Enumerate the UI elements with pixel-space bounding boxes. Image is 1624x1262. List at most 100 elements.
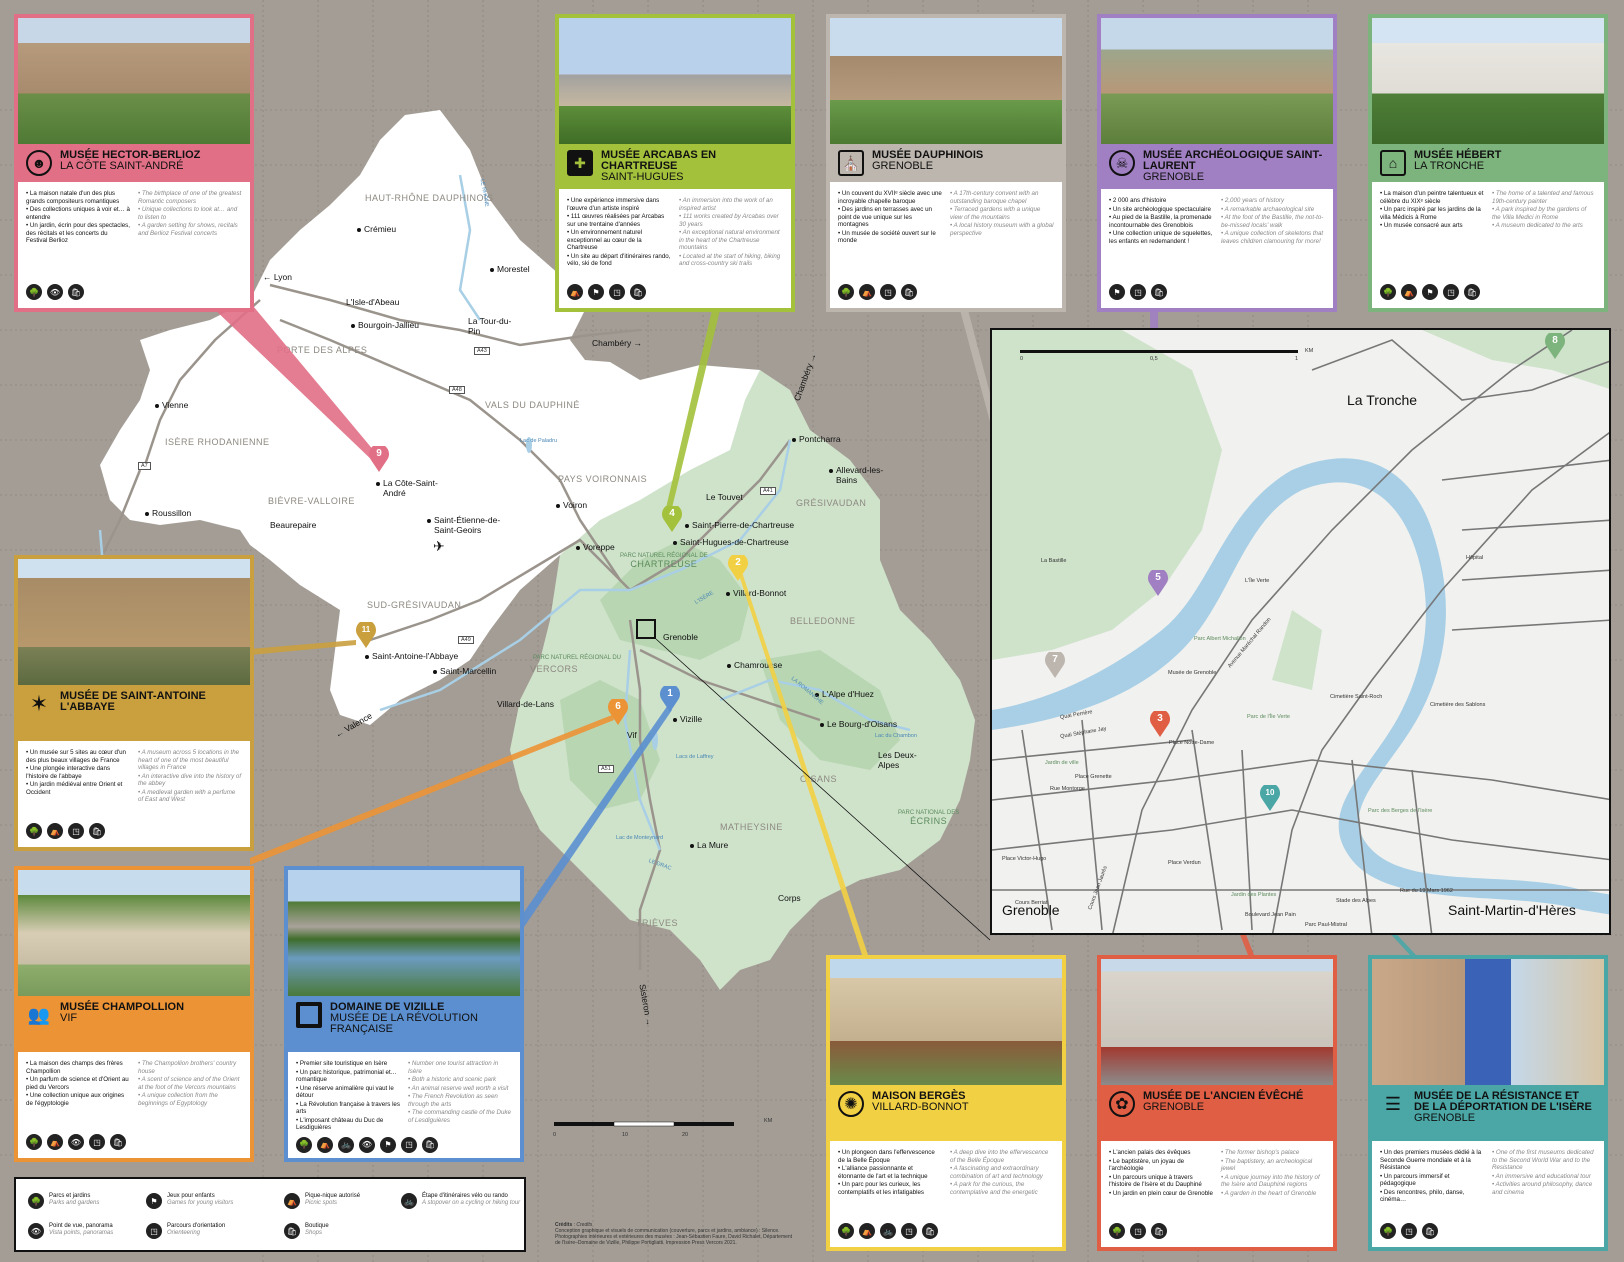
card-bullet: Un musée consacré aux arts bbox=[1380, 222, 1484, 230]
region-porte-des-alpes: PORTE DES ALPES bbox=[277, 345, 368, 355]
inset-scale-unit: KM bbox=[1305, 348, 1314, 354]
picnic-icon: ⛺ bbox=[47, 823, 63, 839]
bust-icon: ☻ bbox=[26, 150, 52, 176]
pin-4[interactable]: 4 bbox=[662, 504, 682, 532]
card-bullet: One of the first museums dedicated to th… bbox=[1492, 1149, 1596, 1172]
card-arcabas-head: ✚ Musée Arcabas en Chartreuse Saint-Hugue… bbox=[559, 144, 791, 189]
card-bullet: A unique journey into the history of the… bbox=[1221, 1174, 1325, 1189]
card-arcabas-title: Musée Arcabas en Chartreuse bbox=[601, 149, 717, 172]
inset-place-grenette: Place Grenette bbox=[1075, 774, 1112, 780]
card-saint-laurent-head: ☠ Musée Archéologique Saint-Laurent Greno… bbox=[1101, 144, 1333, 189]
road-a49: A49 bbox=[458, 636, 474, 644]
card-hebert-loc: La Tronche bbox=[1414, 160, 1485, 172]
region-bievre-valloire: BIÈVRE-VALLOIRE bbox=[268, 496, 355, 506]
grenoble-inset-marker[interactable] bbox=[636, 619, 656, 639]
legend: 🌳 Parcs et jardins Parks and gardens ⚑ Jeux… bbox=[14, 1177, 526, 1252]
card-vizille-loc: Musée de la Révolution française bbox=[330, 1012, 478, 1035]
region-belledonne: BELLEDONNE bbox=[790, 616, 856, 626]
card-arcabas-loc: Saint-Hugues bbox=[601, 171, 684, 183]
pin-1[interactable]: 1 bbox=[660, 684, 680, 712]
bike-icon: ⚑ bbox=[1109, 284, 1125, 300]
pin-8[interactable]: 8 bbox=[1545, 331, 1565, 359]
shop-icon: 🛍 bbox=[922, 1223, 938, 1239]
card-champollion[interactable]: 👥 Musée ChampollionVif La maison des cha… bbox=[14, 866, 254, 1162]
pin-7[interactable]: 7 bbox=[1045, 650, 1065, 678]
card-bullet: A fascinating and extraordinary combinat… bbox=[950, 1165, 1054, 1180]
shop-icon: 🛍 bbox=[68, 284, 84, 300]
flower-icon: ✿ bbox=[1109, 1091, 1135, 1117]
villa-icon: ⌂ bbox=[1380, 150, 1406, 176]
card-saint-laurent[interactable]: ☠ Musée Archéologique Saint-Laurent Greno… bbox=[1097, 14, 1337, 312]
card-bullet: A scent of science and of the Orient at … bbox=[138, 1076, 242, 1091]
card-vizille-icons: 🌳 ⛺ 🚲 👁 ⚑ ◳ 🛍 bbox=[288, 1136, 520, 1159]
grenoble-inset-map bbox=[990, 328, 1611, 935]
card-bullet: Au pied de la Bastille, la promenade inc… bbox=[1109, 214, 1213, 229]
card-resistance-body: Un des premiers musées dédié à la Second… bbox=[1372, 1141, 1604, 1223]
town-saint-marcellin: Saint-Marcellin bbox=[433, 666, 496, 676]
card-bullet: La maison natale d'un des plus grands co… bbox=[26, 190, 130, 205]
card-dauphinois[interactable]: ⛪ Musée DauphinoisGrenoble Un couvent du… bbox=[826, 14, 1066, 312]
inset-place-berges: Parc des Berges de l'Isère bbox=[1368, 808, 1433, 814]
card-bullet: An immersion into the work of an inspire… bbox=[679, 197, 783, 212]
card-vizille-head: Domaine de Vizille Musée de la Révolution… bbox=[288, 996, 520, 1052]
card-bullet: Un jardin médiéval entre Orient et Occid… bbox=[26, 781, 130, 796]
town-le-touvet: Le Touvet bbox=[706, 492, 743, 502]
inset-street-19-mars: Rue du 19 Mars 1962 bbox=[1400, 888, 1453, 894]
card-champollion-head: 👥 Musée Champollion Vif bbox=[18, 996, 250, 1052]
card-hebert[interactable]: ⌂ Musée HébertLa Tronche La maison d'un … bbox=[1368, 14, 1608, 312]
card-eveche[interactable]: ✿ Musée de l'Ancien ÉvêchéGrenoble L'anc… bbox=[1097, 955, 1337, 1251]
card-bullet: Une collection unique aux origines de l'… bbox=[26, 1092, 130, 1107]
card-berlioz[interactable]: ☻ Musée Hector-Berlioz La Côte Saint-Andr… bbox=[14, 14, 254, 312]
legend-item-shop: 🛍 Boutique Shops bbox=[284, 1223, 329, 1239]
pin-6[interactable]: 6 bbox=[608, 697, 628, 725]
card-bullet: Une réserve animalière qui vaut le détou… bbox=[296, 1085, 400, 1100]
bike-icon: 🚲 bbox=[880, 1223, 896, 1239]
card-resistance-title: Musée de la Résistance et de la Déportat… bbox=[1414, 1090, 1592, 1113]
card-resistance[interactable]: ☰ Musée de la Résistance et de la Déport… bbox=[1368, 955, 1608, 1251]
card-saint-antoine[interactable]: ✶ Musée de Saint-Antoine l'Abbaye Un mus… bbox=[14, 555, 254, 851]
card-arcabas[interactable]: ✚ Musée Arcabas en Chartreuse Saint-Hugue… bbox=[555, 14, 795, 312]
card-bullet: Terraced gardens with a unique view of t… bbox=[950, 206, 1054, 221]
pin-10[interactable]: 10 bbox=[1260, 783, 1280, 811]
card-berges[interactable]: ✺ Maison BergèsVillard-Bonnot Un plongeo… bbox=[826, 955, 1066, 1251]
card-bullet: Des jardins en terrasses avec un point d… bbox=[838, 206, 942, 229]
card-bullet: The commanding castle of the Duke of Les… bbox=[408, 1109, 512, 1124]
card-berlioz-head: ☻ Musée Hector-Berlioz La Côte Saint-Andr… bbox=[18, 144, 250, 182]
card-arcabas-icons: ⛺ ⚑ ◳ 🛍 bbox=[559, 284, 791, 308]
card-bullet: The birthplace of one of the greatest Ro… bbox=[138, 190, 242, 205]
card-bullet: Un plongeon dans l'effervescence de la B… bbox=[838, 1149, 942, 1164]
legend-item-parks: 🌳 Parcs et jardins Parks and gardens bbox=[28, 1193, 99, 1209]
town-la-tour-du-pin: La Tour-du-Pin bbox=[468, 316, 512, 336]
town-cremieu: Crémieu bbox=[357, 224, 396, 234]
tree-icon: 🌳 bbox=[1380, 284, 1396, 300]
pin-11[interactable]: 11 bbox=[356, 620, 376, 648]
play-icon: ⚑ bbox=[380, 1136, 396, 1153]
inset-scale-05: 0,5 bbox=[1150, 356, 1158, 362]
photo-resistance bbox=[1372, 959, 1604, 1085]
bike-icon: ⚑ bbox=[1422, 284, 1438, 300]
pin-9[interactable]: 9 bbox=[369, 444, 389, 472]
pin-5[interactable]: 5 bbox=[1148, 568, 1168, 596]
pin-2[interactable]: 2 bbox=[728, 553, 748, 581]
photo-berges bbox=[830, 959, 1062, 1085]
tree-icon: 🌳 bbox=[838, 1223, 854, 1239]
card-dauphinois-icons: 🌳 ⛺ ◳ 🛍 bbox=[830, 284, 1062, 308]
card-vizille[interactable]: Domaine de Vizille Musée de la Révolution… bbox=[284, 866, 524, 1162]
town-allevard: Allevard-les-Bains bbox=[829, 465, 886, 485]
card-bullet: Une plongée interactive dans l'histoire … bbox=[26, 765, 130, 780]
card-bullet: An animal reserve well worth a visit bbox=[408, 1085, 512, 1093]
card-bullet: La maison d'un peintre talentueux et cél… bbox=[1380, 190, 1484, 205]
card-bullet: Located at the start of hiking, biking a… bbox=[679, 253, 783, 268]
inset-place-paul-mistral: Parc Paul-Mistral bbox=[1305, 922, 1347, 928]
inset-place-ile-verte: L'Île Verte bbox=[1245, 578, 1270, 584]
map-scale bbox=[554, 1121, 734, 1127]
chapel-icon: ⛪ bbox=[838, 150, 864, 176]
town-voreppe: Voreppe bbox=[576, 542, 615, 552]
picnic-icon: ⛺ bbox=[1401, 284, 1417, 300]
inset-scale-1: 1 bbox=[1295, 356, 1299, 362]
map-scale-20: 20 bbox=[682, 1132, 689, 1138]
town-saint-etienne: Saint-Étienne-de-Saint-Geoirs bbox=[427, 515, 514, 535]
pin-3[interactable]: 3 bbox=[1150, 709, 1170, 737]
card-bullet: A park inspired by the gardens of the Vi… bbox=[1492, 206, 1596, 221]
tree-icon: 🌳 bbox=[296, 1136, 312, 1153]
